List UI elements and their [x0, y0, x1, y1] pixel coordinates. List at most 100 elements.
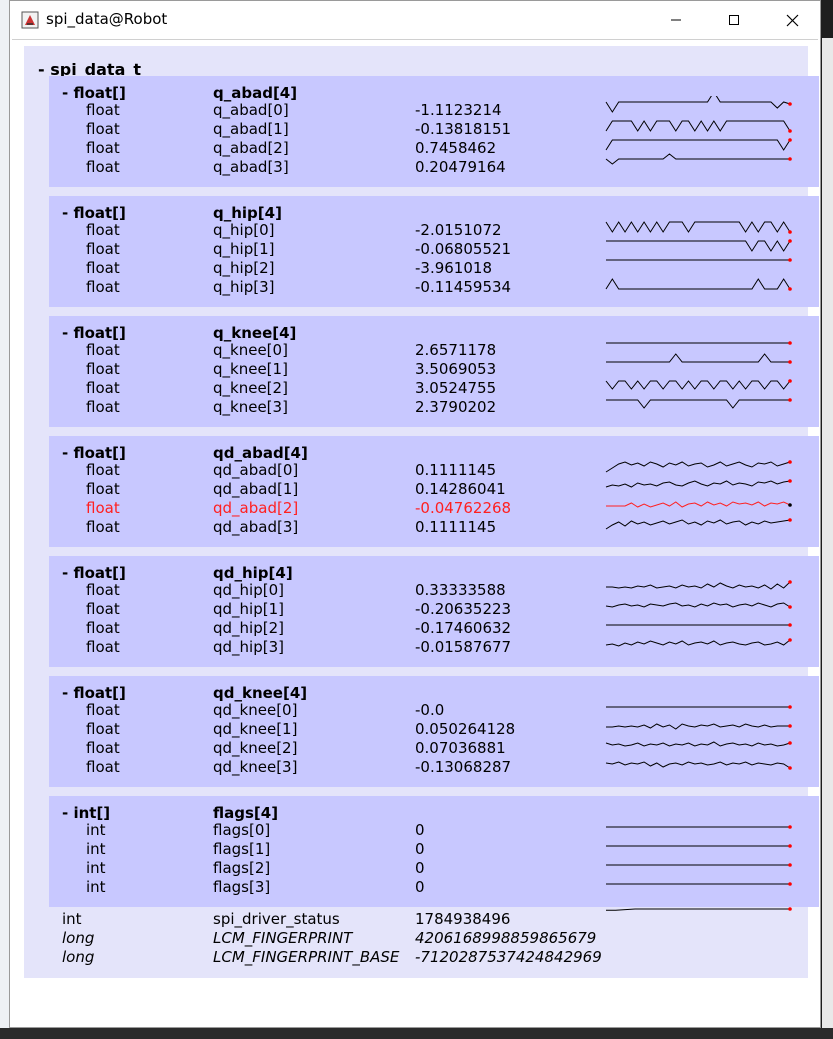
field-row[interactable]: float q_abad[2] 0.7458462 [49, 139, 609, 158]
field-name: qd_knee[2] [213, 739, 298, 757]
field-row[interactable]: float qd_abad[1] 0.14286041 [49, 480, 609, 499]
field-type: int [86, 821, 106, 839]
field-name: q_knee[2] [213, 379, 288, 397]
field-row[interactable]: float q_knee[1] 3.5069053 [49, 360, 609, 379]
field-type: float [86, 758, 120, 776]
maximize-button[interactable] [705, 1, 763, 39]
field-row[interactable]: float q_abad[1] -0.13818151 [49, 120, 609, 139]
sparkline [605, 602, 791, 608]
field-row[interactable]: float q_knee[3] 2.3790202 [49, 398, 609, 417]
array-group: - float[] q_abad[4] float q_abad[0] -1.11232… [49, 76, 819, 187]
field-type: float [86, 518, 120, 536]
sparkline-end-marker [788, 398, 792, 402]
field-type: float [86, 221, 120, 239]
sparkline-end-marker [788, 580, 792, 584]
field-row[interactable]: float qd_hip[0] 0.33333588 [49, 581, 609, 600]
sparkline-plot [605, 705, 792, 770]
group-name: flags[4] [213, 804, 279, 822]
field-name: qd_hip[0] [213, 581, 284, 599]
field-row[interactable]: float qd_hip[1] -0.20635223 [49, 600, 609, 619]
field-row[interactable]: float qd_hip[3] -0.01587677 [49, 638, 609, 657]
field-row[interactable]: int flags[3] 0 [49, 878, 609, 897]
group-toggle-type[interactable]: - float[] [62, 204, 126, 222]
field-row[interactable]: float q_abad[0] -1.1123214 [49, 101, 609, 120]
group-toggle-type[interactable]: - int[] [62, 804, 110, 822]
minimize-button[interactable] [647, 1, 705, 39]
field-row[interactable]: float qd_abad[3] 0.1111145 [49, 518, 609, 537]
group-toggle-type[interactable]: - float[] [62, 444, 126, 462]
sparkline-plot [605, 96, 792, 165]
field-row[interactable]: float q_knee[2] 3.0524755 [49, 379, 609, 398]
field-name: q_hip[3] [213, 278, 275, 296]
field-name: qd_abad[2] [213, 499, 299, 517]
field-name: q_abad[3] [213, 158, 289, 176]
sparkline [606, 723, 790, 730]
field-value: 2.3790202 [415, 398, 497, 416]
group-name: q_abad[4] [213, 84, 298, 102]
field-row[interactable]: float qd_knee[2] 0.07036881 [49, 739, 609, 758]
sparkline [605, 380, 791, 390]
scalar-row[interactable]: long LCM_FINGERPRINT 4206168998859865679 [49, 929, 609, 948]
array-group: - float[] q_hip[4] float q_hip[0] -2.0151072… [49, 196, 819, 307]
field-value: -0.04762268 [415, 499, 512, 517]
scalar-row[interactable]: long LCM_FINGERPRINT_BASE -712028753742484… [49, 948, 609, 967]
group-toggle-type[interactable]: - float[] [62, 564, 126, 582]
field-name: q_hip[1] [213, 240, 275, 258]
field-row[interactable]: float q_hip[2] -3.961018 [49, 259, 609, 278]
field-row[interactable]: int flags[0] 0 [49, 821, 609, 840]
title-bar[interactable]: spi_data@Robot [10, 1, 820, 39]
field-row[interactable]: float q_knee[0] 2.6571178 [49, 341, 609, 360]
field-row[interactable]: float qd_hip[2] -0.17460632 [49, 619, 609, 638]
field-type: float [86, 360, 120, 378]
group-toggle-type[interactable]: - float[] [62, 684, 126, 702]
field-row[interactable]: float qd_knee[3] -0.13068287 [49, 758, 609, 777]
sparkline-end-marker [788, 287, 792, 291]
field-row[interactable]: float q_hip[1] -0.06805521 [49, 240, 609, 259]
field-row[interactable]: float qd_abad[0] 0.1111145 [49, 461, 609, 480]
array-group: - float[] qd_hip[4] float qd_hip[0] 0.333335… [49, 556, 819, 667]
array-group: - float[] qd_knee[4] float qd_knee[0] -0.0 fl… [49, 676, 819, 787]
sparkline-end-marker [788, 741, 792, 745]
group-toggle-type[interactable]: - float[] [62, 324, 126, 342]
sparkline [605, 120, 791, 132]
array-group: - int[] flags[4] int flags[0] 0 int flags[1] 0 i… [49, 796, 819, 907]
field-type: int [86, 878, 106, 896]
field-name: LCM_FINGERPRINT_BASE [213, 948, 400, 966]
field-type: float [86, 120, 120, 138]
sparkline [605, 278, 791, 290]
field-name: qd_hip[1] [213, 600, 284, 618]
field-type: float [86, 701, 120, 719]
field-row[interactable]: int flags[2] 0 [49, 859, 609, 878]
close-button[interactable] [763, 1, 821, 39]
sparkline-end-marker [788, 341, 792, 345]
field-row[interactable]: float qd_abad[2] -0.04762268 [49, 499, 609, 518]
field-name: qd_knee[3] [213, 758, 298, 776]
scalar-row[interactable]: int spi_driver_status 1784938496 [49, 910, 609, 929]
field-row[interactable]: float q_hip[3] -0.11459534 [49, 278, 609, 297]
field-row[interactable]: float qd_knee[0] -0.0 [49, 701, 609, 720]
field-row[interactable]: float q_hip[0] -2.0151072 [49, 221, 609, 240]
sparkline [606, 908, 790, 911]
field-row[interactable]: float q_abad[3] 0.20479164 [49, 158, 609, 177]
field-name: flags[2] [213, 859, 271, 877]
field-value: 0.1111145 [415, 461, 497, 479]
field-type: float [86, 240, 120, 258]
field-value: -0.11459534 [415, 278, 512, 296]
field-row[interactable]: int flags[1] 0 [49, 840, 609, 859]
sparkline-end-marker [788, 360, 792, 364]
java-app-icon [21, 11, 39, 29]
sparkline [606, 581, 791, 590]
field-value: 0.7458462 [415, 139, 497, 157]
sparkline [605, 741, 791, 747]
group-toggle-type[interactable]: - float[] [62, 84, 126, 102]
field-row[interactable]: float qd_knee[1] 0.050264128 [49, 720, 609, 739]
field-value: -0.17460632 [415, 619, 512, 637]
field-name: q_hip[0] [213, 221, 275, 239]
field-value: 1784938496 [415, 910, 511, 928]
field-type: float [86, 139, 120, 157]
minimize-icon [671, 19, 681, 21]
sparkline [605, 221, 791, 233]
sparkline [605, 639, 791, 647]
sparkline [605, 139, 791, 151]
sparkline-plot [605, 460, 792, 530]
